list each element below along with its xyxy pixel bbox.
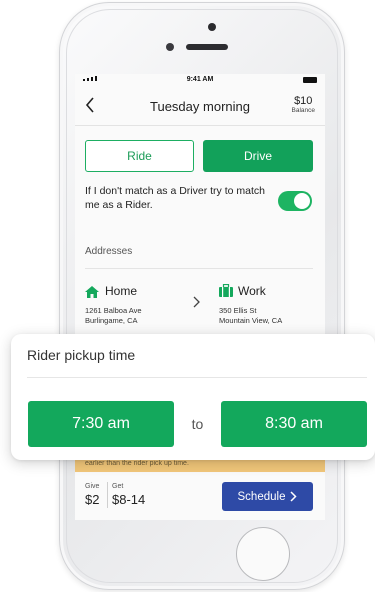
battery-icon [303,77,317,83]
toggle-knob [294,193,310,209]
schedule-button[interactable]: Schedule [222,482,313,511]
match-rider-toggle[interactable] [278,191,312,211]
chevron-right-icon [290,491,298,502]
pickup-time-card: Rider pickup time 7:30 am to 8:30 am [11,334,375,460]
home-icon [85,285,99,298]
ride-button[interactable]: Ride [85,140,194,172]
drive-button[interactable]: Drive [203,140,313,172]
page-title: Tuesday morning [150,99,250,114]
balance-label: Balance [291,107,316,114]
start-time-button[interactable]: 7:30 am [28,401,174,447]
home-address-title[interactable]: Home [105,284,137,298]
give-amount: $2 [85,492,100,507]
footer-bar: Give $2 Get $8-14 Schedule [75,472,325,520]
schedule-label: Schedule [237,490,286,503]
to-label: to [191,416,204,432]
work-address-line1: 350 Ellis St [219,306,257,315]
home-address-line1: 1261 Balboa Ave [85,306,142,315]
status-bar: 9:41 AM [75,74,325,86]
chevron-right-icon [193,295,201,311]
home-address-line2: Burlingame, CA [85,316,138,325]
earpiece-speaker [186,44,228,50]
end-time-button[interactable]: 8:30 am [221,401,367,447]
divider [27,377,367,378]
work-address-line2: Mountain View, CA [219,316,283,325]
front-camera [166,43,174,51]
work-address-title[interactable]: Work [238,284,266,298]
picker-title: Rider pickup time [27,347,136,363]
get-label: Get [112,483,124,490]
divider [107,482,108,508]
addresses-label: Addresses [85,246,133,257]
briefcase-icon [219,283,233,297]
balance-display[interactable]: $10 Balance [292,95,316,114]
balance-amount: $10 [294,95,313,107]
status-time: 9:41 AM [186,76,214,83]
nav-header: Tuesday morning $10 Balance [75,88,325,126]
camera-dot [208,23,216,31]
get-amount: $8-14 [112,492,146,507]
divider [85,268,313,269]
give-label: Give [85,483,100,490]
match-option-text: If I don't match as a Driver try to matc… [85,185,265,211]
home-button[interactable] [236,527,290,581]
